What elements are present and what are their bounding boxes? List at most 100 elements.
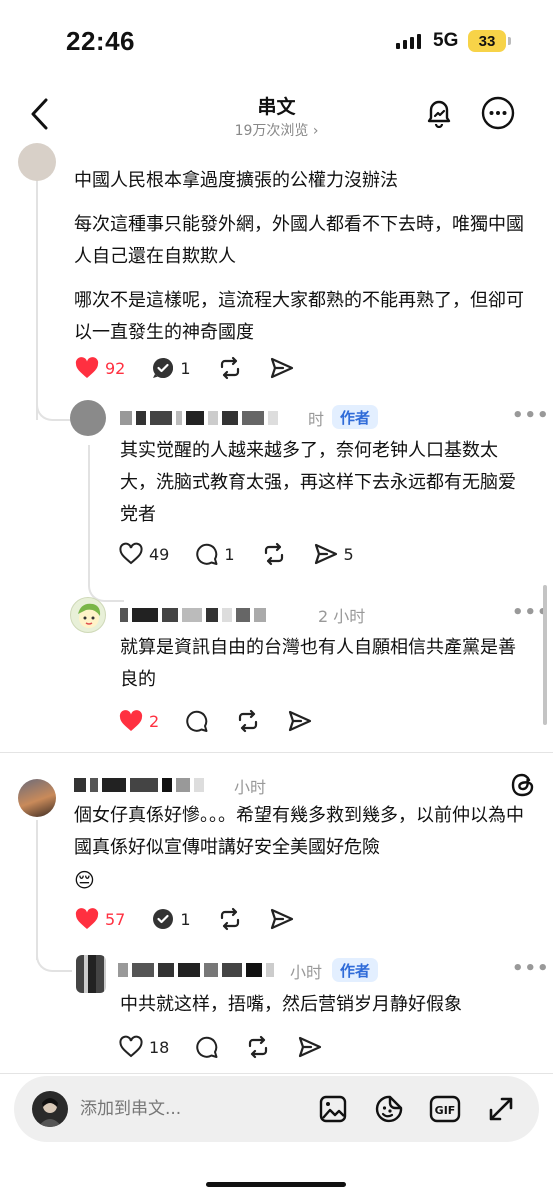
add-sticker-button[interactable] bbox=[373, 1093, 405, 1125]
reply-bubble-icon bbox=[196, 1036, 218, 1058]
send-icon bbox=[289, 710, 312, 732]
profile-photo-icon bbox=[38, 1098, 62, 1127]
home-indicator[interactable] bbox=[206, 1182, 346, 1187]
thread-connector bbox=[36, 399, 72, 421]
post-more-button[interactable]: ••• bbox=[512, 958, 550, 979]
reply-button[interactable]: 1 bbox=[195, 542, 235, 566]
heart-filled-icon bbox=[119, 710, 143, 731]
reply-button[interactable] bbox=[185, 709, 209, 733]
post-text: 哪次不是這樣呢，這流程大家都熟的不能再熟了，但卻可以一直發生的神奇國度 bbox=[74, 290, 524, 343]
post-actions: 57 1 bbox=[74, 904, 321, 934]
like-button[interactable]: 49 bbox=[118, 542, 169, 566]
post-actions: 92 1 bbox=[74, 353, 321, 383]
username-redacted[interactable] bbox=[118, 961, 274, 979]
share-button[interactable] bbox=[269, 356, 295, 380]
username-redacted[interactable] bbox=[120, 606, 266, 624]
post-text: 每次這種事只能發外網，外國人都看不下去時，唯獨中國人自己還在自欺欺人 bbox=[74, 214, 524, 267]
status-bar: 22:46 5G 33 bbox=[0, 0, 553, 80]
reply-button[interactable]: 1 bbox=[151, 907, 191, 931]
sticker-icon bbox=[375, 1095, 403, 1123]
share-button[interactable] bbox=[297, 1035, 323, 1059]
post-actions: 49 1 5 bbox=[118, 539, 380, 569]
repost-icon bbox=[220, 356, 239, 380]
more-options-button[interactable] bbox=[481, 96, 515, 130]
avatar[interactable] bbox=[18, 143, 56, 181]
post-text: 中共就这样，捂嘴，然后营销岁月静好假象 bbox=[120, 994, 462, 1015]
add-image-button[interactable] bbox=[317, 1093, 349, 1125]
post-text-body: 個女仔真係好慘。。。希望有幾多救到幾多，以前仲以為中國真係好似宣傳咁講好安全美國… bbox=[74, 805, 524, 858]
reply-button[interactable] bbox=[195, 1035, 219, 1059]
like-button[interactable]: 2 bbox=[118, 709, 159, 733]
notify-bell-button[interactable] bbox=[423, 96, 455, 129]
heart-filled-icon bbox=[75, 357, 99, 378]
page-title: 串文 bbox=[257, 96, 296, 118]
repost-button[interactable] bbox=[245, 1035, 271, 1059]
thread-line bbox=[88, 445, 90, 585]
send-icon bbox=[270, 908, 293, 930]
composer-divider bbox=[0, 1073, 553, 1074]
send-icon bbox=[299, 1036, 322, 1058]
reply-button[interactable]: 1 bbox=[151, 356, 191, 380]
heart-filled-icon bbox=[75, 908, 99, 929]
nav-header: 串文 19万次浏览 › bbox=[0, 80, 553, 155]
share-button[interactable]: 5 bbox=[313, 542, 354, 566]
post-time: 2 小时 bbox=[318, 607, 366, 626]
like-count: 92 bbox=[105, 358, 126, 378]
repost-button[interactable] bbox=[261, 542, 287, 566]
thread-line bbox=[36, 180, 38, 420]
reply-bubble-icon bbox=[186, 710, 208, 732]
like-count: 2 bbox=[149, 711, 160, 731]
repost-icon bbox=[249, 1035, 268, 1059]
reply-count: 1 bbox=[180, 909, 191, 929]
reply-input[interactable] bbox=[80, 1095, 280, 1123]
like-button[interactable]: 18 bbox=[118, 1035, 169, 1059]
network-type: 5G bbox=[433, 30, 459, 51]
status-time: 22:46 bbox=[66, 26, 135, 56]
cartoon-avatar-icon bbox=[78, 603, 101, 628]
reply-count: 1 bbox=[224, 544, 235, 564]
username-redacted[interactable] bbox=[74, 776, 204, 794]
avatar[interactable] bbox=[76, 955, 106, 993]
thread-divider bbox=[0, 752, 553, 753]
heart-icon bbox=[119, 1035, 143, 1058]
heart-icon bbox=[119, 542, 143, 565]
thread-content: 中國人民根本拿過度擴張的公權力沒辦法 每次這種事只能發外網，外國人都看不下去時，… bbox=[0, 143, 553, 1075]
author-badge: 作者 bbox=[332, 405, 379, 429]
gif-icon: GIF bbox=[429, 1095, 461, 1123]
avatar[interactable] bbox=[70, 400, 106, 436]
send-icon bbox=[270, 357, 293, 379]
avatar[interactable] bbox=[70, 597, 106, 633]
share-button[interactable] bbox=[287, 709, 313, 733]
repost-button[interactable] bbox=[217, 907, 243, 931]
repost-icon bbox=[264, 542, 283, 566]
svg-text:GIF: GIF bbox=[435, 1104, 456, 1117]
post-text: 就算是資訊自由的台灣也有人自願相信共產黨是善良的 bbox=[120, 637, 516, 690]
share-button[interactable] bbox=[269, 907, 295, 931]
my-avatar[interactable] bbox=[32, 1091, 68, 1127]
expand-composer-button[interactable] bbox=[485, 1093, 517, 1125]
thread-connector bbox=[36, 950, 72, 972]
post-text: 中國人民根本拿過度擴張的公權力沒辦法 bbox=[74, 170, 398, 191]
reply-composer: GIF bbox=[14, 1076, 539, 1142]
scrollbar[interactable] bbox=[543, 585, 547, 725]
like-button[interactable]: 57 bbox=[74, 907, 125, 931]
post-more-button[interactable]: ••• bbox=[512, 405, 550, 426]
post-actions: 18 bbox=[118, 1032, 349, 1062]
username-redacted[interactable] bbox=[120, 409, 278, 427]
like-button[interactable]: 92 bbox=[74, 356, 125, 380]
like-count: 18 bbox=[149, 1037, 170, 1057]
signal-icon bbox=[396, 33, 421, 49]
post-time: 小时 bbox=[290, 963, 323, 982]
view-count[interactable]: 19万次浏览 › bbox=[0, 120, 553, 140]
add-gif-button[interactable]: GIF bbox=[429, 1093, 461, 1125]
send-icon bbox=[314, 543, 337, 565]
avatar[interactable] bbox=[18, 779, 56, 817]
thread-line bbox=[36, 820, 38, 960]
threads-icon bbox=[511, 773, 534, 797]
repost-button[interactable] bbox=[217, 356, 243, 380]
post-actions: 2 bbox=[118, 706, 339, 736]
sad-emoji: 😔 bbox=[74, 868, 95, 892]
reply-bubble-icon bbox=[153, 358, 174, 378]
repost-button[interactable] bbox=[235, 709, 261, 733]
repost-icon bbox=[239, 709, 258, 733]
